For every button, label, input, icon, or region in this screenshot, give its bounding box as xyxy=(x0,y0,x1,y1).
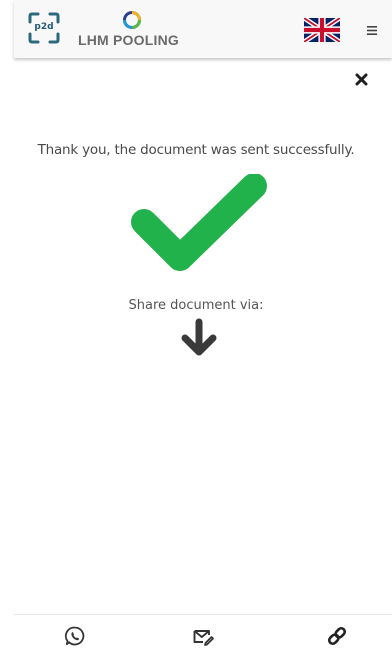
uk-flag-icon[interactable] xyxy=(304,18,340,42)
app-header: p2d LHM POOLING xyxy=(14,0,392,58)
whatsapp-icon xyxy=(64,626,85,646)
brand-name: LHM POOLING xyxy=(78,32,179,48)
page: p2d LHM POOLING Thank you, the document … xyxy=(0,0,392,653)
lhm-logo-swirl-icon xyxy=(123,11,141,29)
p2d-logo[interactable]: p2d xyxy=(28,12,60,44)
share-label: Share document via: xyxy=(128,298,264,313)
checkmark-icon xyxy=(131,174,267,271)
success-message: Thank you, the document was sent success… xyxy=(37,142,355,158)
share-link-button[interactable] xyxy=(326,625,348,647)
logo-text: p2d xyxy=(34,22,54,32)
share-whatsapp-button[interactable] xyxy=(64,625,86,647)
share-footer xyxy=(14,614,392,653)
link-icon xyxy=(327,626,347,646)
close-icon[interactable] xyxy=(355,73,368,86)
email-edit-icon xyxy=(193,630,214,646)
arrow-down-icon xyxy=(181,318,217,356)
share-email-button[interactable] xyxy=(192,625,214,647)
hamburger-menu-icon[interactable] xyxy=(367,26,377,35)
